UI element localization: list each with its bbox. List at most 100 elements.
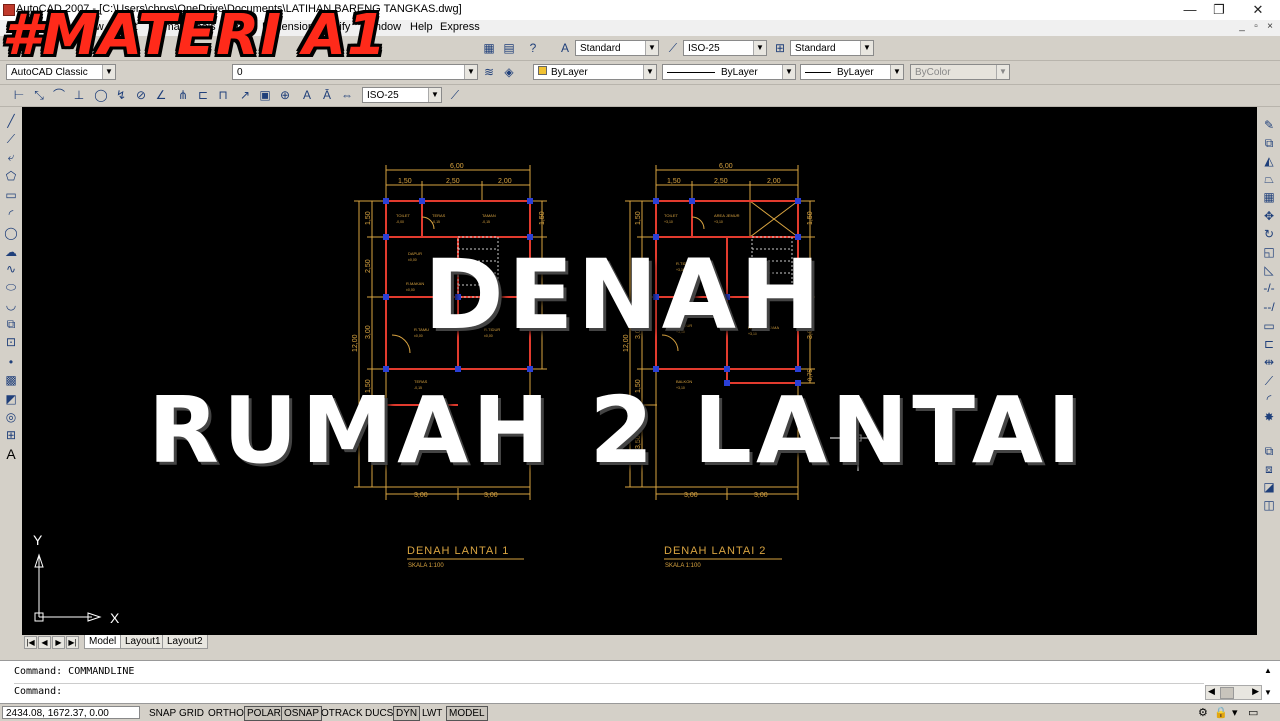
point-icon[interactable]: • xyxy=(1,353,21,371)
table-style-icon[interactable]: ⊞ xyxy=(771,39,789,57)
ordinate-icon[interactable]: ⊥ xyxy=(70,86,88,104)
prev-tab-button[interactable]: ◀ xyxy=(38,636,51,649)
ellipse-icon[interactable]: ⬭ xyxy=(1,278,21,296)
copy-icon[interactable]: ⧉ xyxy=(1259,134,1279,152)
ellipse-arc-icon[interactable]: ◡ xyxy=(1,296,21,314)
lineweight-select[interactable]: ByLayer ▼ xyxy=(800,64,904,80)
draworder-back-icon[interactable]: ⧈ xyxy=(1259,460,1279,478)
draworder-front-icon[interactable]: ⧉ xyxy=(1259,442,1279,460)
dim-style-manager-icon[interactable]: ⟋ xyxy=(446,86,464,104)
arc-length-icon[interactable]: ⌒ xyxy=(50,86,68,104)
aligned-dim-icon[interactable]: ⤡ xyxy=(30,86,48,104)
gradient-icon[interactable]: ◩ xyxy=(1,390,21,408)
hatch-icon[interactable]: ▩ xyxy=(1,371,21,389)
angular-icon[interactable]: ∠ xyxy=(152,86,170,104)
dim-edit-icon[interactable]: A xyxy=(298,86,316,104)
tab-layout1[interactable]: Layout1 xyxy=(120,635,166,649)
status-otrack-button[interactable]: OTRACK xyxy=(318,706,366,721)
last-tab-button[interactable]: ▶| xyxy=(66,636,79,649)
command-prompt[interactable]: Command: xyxy=(14,686,62,697)
status-ortho-button[interactable]: ORTHO xyxy=(205,706,247,721)
center-mark-icon[interactable]: ⊕ xyxy=(276,86,294,104)
scroll-left-icon[interactable]: ◀ xyxy=(1208,686,1215,697)
status-model-button[interactable]: MODEL xyxy=(446,706,488,721)
lock-icon[interactable]: 🔒 xyxy=(1214,706,1228,719)
help-icon[interactable]: ? xyxy=(524,39,542,57)
arc-icon[interactable]: ◜ xyxy=(1,205,21,223)
scroll-thumb[interactable] xyxy=(1220,687,1234,699)
annotation-scale-icon[interactable]: ▾ xyxy=(1232,706,1238,719)
status-grid-button[interactable]: GRID xyxy=(176,706,207,721)
multiline-text-icon[interactable]: A xyxy=(1,445,21,463)
diameter-icon[interactable]: ⊘ xyxy=(132,86,150,104)
move-icon[interactable]: ✥ xyxy=(1259,207,1279,225)
status-snap-button[interactable]: SNAP xyxy=(146,706,179,721)
clean-screen-icon[interactable]: ▭ xyxy=(1248,706,1258,719)
rectangle-icon[interactable]: ▭ xyxy=(1,186,21,204)
tolerance-icon[interactable]: ▣ xyxy=(256,86,274,104)
doc-close-button[interactable]: × xyxy=(1264,21,1276,33)
construction-line-icon[interactable]: ⟋ xyxy=(1,130,21,148)
rotate-icon[interactable]: ↻ xyxy=(1259,225,1279,243)
join-icon[interactable]: ⇹ xyxy=(1259,353,1279,371)
line-icon[interactable]: ╱ xyxy=(1,112,21,130)
polygon-icon[interactable]: ⬠ xyxy=(1,167,21,185)
quick-dim-icon[interactable]: ⋔ xyxy=(174,86,192,104)
command-vertical-scroll[interactable]: ▲ ▼ xyxy=(1263,665,1273,699)
dim-style-icon[interactable]: ⟋ xyxy=(664,39,682,57)
tab-model[interactable]: Model xyxy=(84,635,122,649)
explode-icon[interactable]: ✸ xyxy=(1259,408,1279,426)
table-style-select[interactable]: Standard ▼ xyxy=(790,40,874,56)
trim-icon[interactable]: -/- xyxy=(1259,279,1279,297)
doc-restore-button[interactable]: ▫ xyxy=(1250,21,1262,33)
revcloud-icon[interactable]: ☁ xyxy=(1,243,21,261)
fillet-icon[interactable]: ◜ xyxy=(1259,390,1279,408)
linear-dim-icon[interactable]: ⊢ xyxy=(10,86,28,104)
color-select[interactable]: ByLayer ▼ xyxy=(533,64,657,80)
dim-style-select-2[interactable]: ISO-25 ▼ xyxy=(362,87,442,103)
mirror-icon[interactable]: ◭ xyxy=(1259,152,1279,170)
tool-palette-icon[interactable]: ▦ xyxy=(480,39,498,57)
region-icon[interactable]: ◎ xyxy=(1,408,21,426)
linetype-select[interactable]: ByLayer ▼ xyxy=(662,64,796,80)
dim-style-select[interactable]: ISO-25 ▼ xyxy=(683,40,767,56)
erase-icon[interactable]: ✎ xyxy=(1259,116,1279,134)
communication-center-icon[interactable]: ⚙ xyxy=(1198,706,1208,719)
calculator-icon[interactable]: ▤ xyxy=(500,39,518,57)
restore-button[interactable]: ❐ xyxy=(1205,2,1233,18)
layer-previous-icon[interactable]: ≋ xyxy=(480,63,498,81)
offset-icon[interactable]: ⏢ xyxy=(1259,170,1279,188)
dim-update-icon[interactable]: ⇔ xyxy=(338,86,356,104)
next-tab-button[interactable]: ▶ xyxy=(52,636,65,649)
status-polar-button[interactable]: POLAR xyxy=(244,706,284,721)
status-ducs-button[interactable]: DUCS xyxy=(362,706,396,721)
polyline-icon[interactable]: ⤶ xyxy=(1,148,21,166)
doc-minimize-button[interactable]: _ xyxy=(1236,21,1248,33)
scale-icon[interactable]: ◱ xyxy=(1259,243,1279,261)
stretch-icon[interactable]: ◺ xyxy=(1259,261,1279,279)
radius-icon[interactable]: ◯ xyxy=(92,86,110,104)
coordinate-display[interactable]: 2434.08, 1672.37, 0.00 xyxy=(2,706,140,719)
extend-icon[interactable]: --/ xyxy=(1259,298,1279,316)
draworder-under-icon[interactable]: ◫ xyxy=(1259,496,1279,514)
leader-icon[interactable]: ↗ xyxy=(236,86,254,104)
command-scrollbar[interactable]: ◀ ▶ xyxy=(1205,685,1262,700)
status-osnap-button[interactable]: OSNAP xyxy=(281,706,323,721)
menu-express[interactable]: Express xyxy=(440,21,480,33)
status-lwt-button[interactable]: LWT xyxy=(419,706,445,721)
dim-text-edit-icon[interactable]: Ā xyxy=(318,86,336,104)
scroll-right-icon[interactable]: ▶ xyxy=(1252,686,1259,697)
text-style-select[interactable]: Standard ▼ xyxy=(575,40,659,56)
text-style-icon[interactable]: A xyxy=(556,39,574,57)
status-dyn-button[interactable]: DYN xyxy=(393,706,421,721)
menu-help[interactable]: Help xyxy=(410,21,433,33)
make-block-icon[interactable]: ⊡ xyxy=(1,333,21,351)
baseline-icon[interactable]: ⊏ xyxy=(194,86,212,104)
break-point-icon[interactable]: ▭ xyxy=(1259,317,1279,335)
table-icon[interactable]: ⊞ xyxy=(1,426,21,444)
drawing-area[interactable]: 6,00 1,50 2,50 2,00 3,00 3,00 12,00 1,50… xyxy=(22,107,1257,635)
draworder-above-icon[interactable]: ◪ xyxy=(1259,478,1279,496)
tab-layout2[interactable]: Layout2 xyxy=(162,635,208,649)
minimize-button[interactable]: — xyxy=(1176,2,1204,18)
spline-icon[interactable]: ∿ xyxy=(1,260,21,278)
